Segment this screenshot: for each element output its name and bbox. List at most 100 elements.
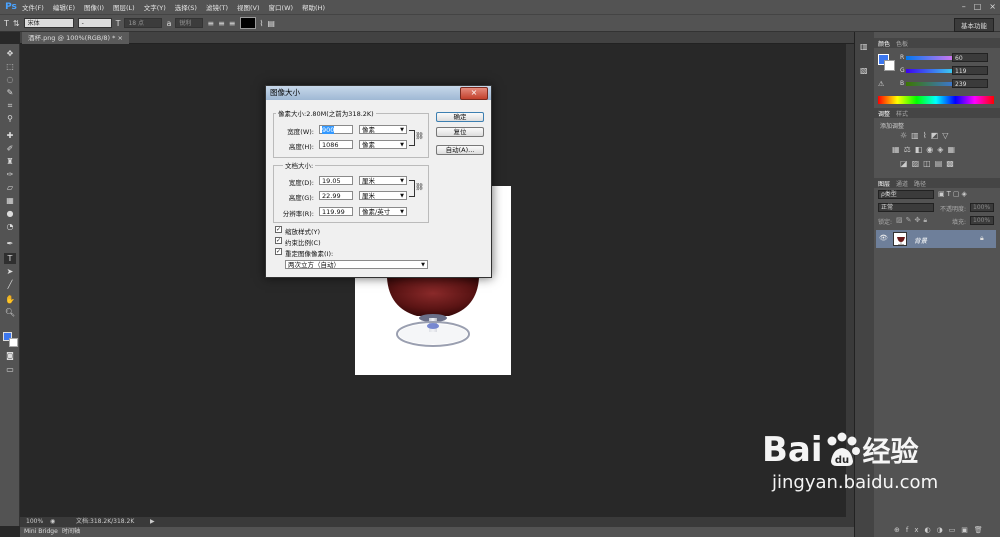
orientation-toggle-icon[interactable]: ⇅ [13, 19, 20, 28]
tab-paths[interactable]: 路径 [914, 179, 926, 188]
tab-channels[interactable]: 通道 [896, 179, 908, 188]
ok-button[interactable]: 确定 [436, 112, 484, 122]
layer-bottom-icons[interactable]: ⊕fx◐◑▭▣🗑︎ [894, 526, 998, 536]
lock-icons[interactable]: ▨✎✥🔒︎ [896, 216, 930, 225]
font-size-select[interactable]: 18 点 [124, 18, 163, 28]
threshold-icon[interactable]: ◫ [923, 159, 931, 168]
move-tool-icon[interactable]: ✥ [4, 48, 16, 59]
character-panel-icon[interactable]: ▤ [267, 19, 275, 28]
properties-panel-icon[interactable]: ▧ [860, 66, 868, 75]
bw-icon[interactable]: ◧ [915, 145, 923, 154]
path-select-tool-icon[interactable]: ➤ [4, 266, 16, 277]
text-color-swatch[interactable] [239, 17, 256, 29]
doc-width-input[interactable]: 19.05 [319, 176, 353, 185]
align-left-icon[interactable]: ≡ [207, 19, 214, 28]
layer-filter-icons[interactable]: ▣T▢◈ [938, 190, 994, 199]
width-input[interactable]: 900 [319, 125, 353, 134]
tab-layers[interactable]: 图层 [878, 179, 890, 188]
document-tab[interactable]: 酒杯.png @ 100%(RGB/8) * × [22, 32, 129, 44]
eyedropper-tool-icon[interactable]: ⚲ [4, 113, 16, 124]
scale-styles-checkbox[interactable]: ✓ [275, 226, 282, 233]
hand-tool-icon[interactable]: ✋ [4, 294, 16, 305]
anti-alias-select[interactable]: 锐利 [175, 18, 204, 28]
layer-filter-select[interactable]: ρ类型 [878, 190, 934, 199]
close-tab-icon[interactable]: × [117, 34, 122, 42]
width-unit-select[interactable]: 像素 [359, 125, 407, 134]
zoom-level[interactable]: 100% [26, 517, 43, 527]
eraser-tool-icon[interactable]: ▱ [4, 182, 16, 193]
resolution-unit-select[interactable]: 像素/英寸 [359, 207, 407, 216]
layer-name[interactable]: 背景 [914, 235, 927, 245]
brightness-icon[interactable]: ☼ [900, 131, 907, 140]
channel-mixer-icon[interactable]: ◈ [937, 145, 943, 154]
history-brush-tool-icon[interactable]: ✑ [4, 169, 16, 180]
resample-checkbox[interactable]: ✓ [275, 248, 282, 255]
vibrance-icon[interactable]: ▽ [942, 131, 948, 140]
history-panel-icon[interactable]: ▥ [860, 42, 868, 51]
brush-tool-icon[interactable]: ✐ [4, 143, 16, 154]
status-arrow-icon[interactable]: ▶ [150, 517, 155, 527]
pen-tool-icon[interactable]: ✒ [4, 238, 16, 249]
tab-color[interactable]: 颜色 [878, 39, 890, 48]
menu-help[interactable]: 帮助(H) [302, 2, 325, 12]
posterize-icon[interactable]: ▨ [912, 159, 920, 168]
color-balance-icon[interactable]: ⚖ [904, 145, 911, 154]
r-value[interactable]: 60 [952, 53, 988, 62]
auto-button[interactable]: 自动(A)... [436, 145, 484, 155]
menu-edit[interactable]: 编辑(E) [53, 2, 75, 12]
tab-styles[interactable]: 样式 [896, 109, 908, 118]
resolution-input[interactable]: 119.99 [319, 207, 353, 216]
stamp-tool-icon[interactable]: ♜ [4, 156, 16, 167]
menu-select[interactable]: 选择(S) [175, 2, 197, 12]
curves-icon[interactable]: ⌇ [923, 131, 927, 140]
menu-type[interactable]: 文字(Y) [144, 2, 166, 12]
doc-height-unit-select[interactable]: 厘米 [359, 191, 407, 200]
blur-tool-icon[interactable]: ● [4, 208, 16, 219]
layer-row[interactable]: 👁︎ 背景 🔒︎ [876, 230, 996, 248]
tab-adjustments[interactable]: 调整 [878, 109, 890, 118]
opacity-field[interactable]: 100% [970, 203, 994, 212]
type-tool-icon[interactable]: T [4, 19, 9, 28]
menu-image[interactable]: 图像(I) [84, 2, 104, 12]
selective-color-icon[interactable]: ▩ [946, 159, 954, 168]
height-input[interactable]: 1086 [319, 140, 353, 149]
doc-width-unit-select[interactable]: 厘米 [359, 176, 407, 185]
warning-icon[interactable]: ⚠ [878, 80, 884, 88]
background-color-swatch[interactable] [9, 338, 18, 347]
marquee-tool-icon[interactable]: ⬚ [4, 61, 16, 72]
menu-view[interactable]: 视图(V) [237, 2, 260, 12]
color-bg-swatch[interactable] [884, 60, 895, 71]
fill-field[interactable]: 100% [970, 216, 994, 225]
blend-mode-select[interactable]: 正常 [878, 203, 934, 212]
constrain-checkbox[interactable]: ✓ [275, 237, 282, 244]
type-tool-icon[interactable]: T [4, 253, 16, 264]
align-center-icon[interactable]: ≡ [218, 19, 225, 28]
menu-layer[interactable]: 图层(L) [113, 2, 135, 12]
lookup-icon[interactable]: ▦ [947, 145, 955, 154]
doc-height-input[interactable]: 22.99 [319, 191, 353, 200]
dialog-close-button[interactable]: × [460, 87, 488, 100]
warp-text-icon[interactable]: ⌇ [260, 19, 264, 28]
resample-method-select[interactable]: 两次立方（自动） [285, 260, 428, 269]
crop-tool-icon[interactable]: ⌗ [4, 100, 16, 111]
workspace-select[interactable]: 基本功能 [954, 18, 994, 32]
color-spectrum[interactable] [878, 96, 994, 104]
lasso-tool-icon[interactable]: ◌ [4, 74, 16, 85]
menu-file[interactable]: 文件(F) [22, 2, 44, 12]
gradient-map-icon[interactable]: ▤ [935, 159, 943, 168]
tab-mini-bridge[interactable]: Mini Bridge [24, 527, 58, 537]
maximize-icon[interactable]: □ [974, 2, 982, 11]
dodge-tool-icon[interactable]: ◔ [4, 221, 16, 232]
minimize-icon[interactable]: – [962, 2, 966, 11]
font-style-select[interactable]: - [77, 18, 112, 28]
menu-filter[interactable]: 滤镜(T) [206, 2, 228, 12]
levels-icon[interactable]: ▥ [911, 131, 919, 140]
hue-icon[interactable]: ▦ [892, 145, 900, 154]
menu-window[interactable]: 窗口(W) [269, 2, 294, 12]
invert-icon[interactable]: ◪ [900, 159, 908, 168]
quick-select-tool-icon[interactable]: ✎ [4, 87, 16, 98]
exposure-icon[interactable]: ◩ [931, 131, 939, 140]
align-right-icon[interactable]: ≡ [229, 19, 236, 28]
tab-timeline[interactable]: 时间轴 [62, 527, 80, 537]
shape-tool-icon[interactable]: ╱ [4, 279, 16, 290]
